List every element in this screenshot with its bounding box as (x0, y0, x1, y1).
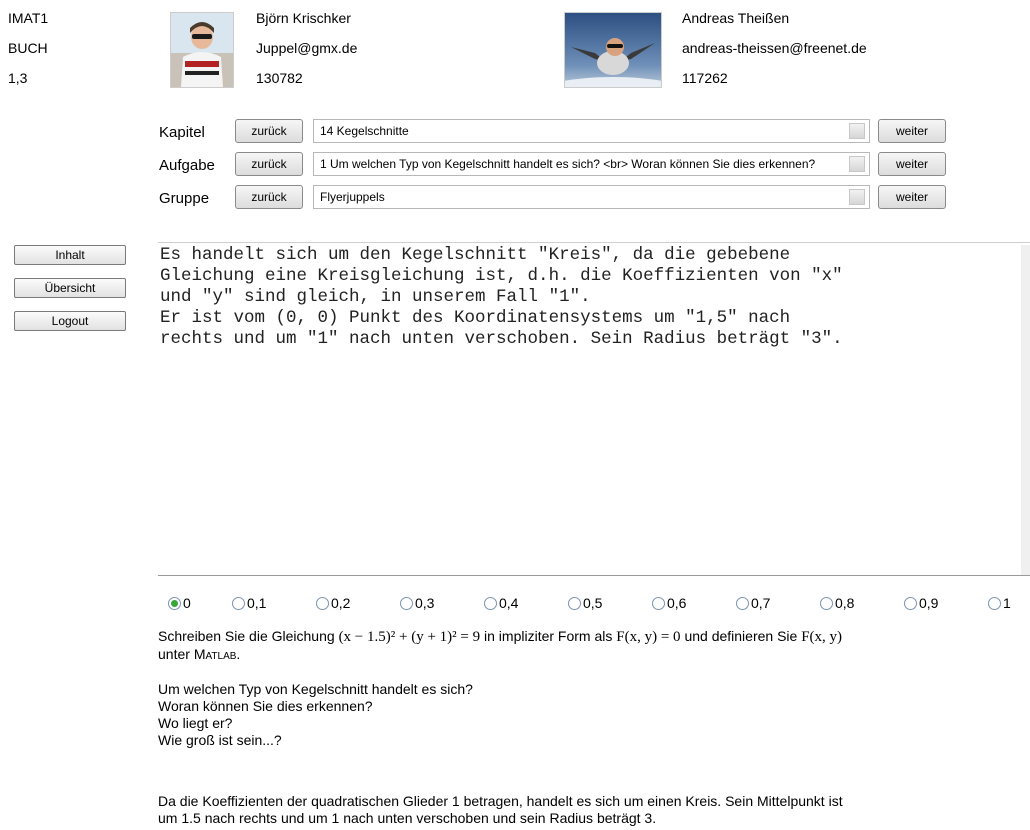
answer-scrollbar[interactable] (1021, 245, 1030, 575)
group-select-value: Flyerjuppels (320, 190, 385, 204)
grade-label-0-1: 0,1 (247, 595, 267, 611)
task-description: Schreiben Sie die Gleichung (x − 1.5)² +… (158, 628, 1018, 663)
task-equation: (x − 1.5)² + (y + 1)² = 9 (338, 629, 481, 645)
grade-label-0-8: 0,8 (835, 595, 855, 611)
grade-option-1[interactable]: 1 (988, 592, 1011, 614)
chapter-select[interactable]: 14 Kegelschnitte (313, 119, 870, 143)
chapter-select-value: 14 Kegelschnitte (320, 124, 409, 138)
student-2-email: andreas-theissen@freenet.de (682, 40, 867, 56)
grade-radio-0-8[interactable] (820, 596, 833, 610)
grade-option-0-7[interactable]: 0,7 (736, 592, 770, 614)
task-function-name: F(x, y) (801, 629, 843, 645)
grade-label-0-3: 0,3 (415, 595, 435, 611)
course-code: IMAT1 (8, 10, 49, 26)
grade-label-0-6: 0,6 (667, 595, 687, 611)
overview-button[interactable]: Übersicht (14, 278, 126, 298)
student-1-email: Juppel@gmx.de (256, 40, 358, 56)
matlab-name: Matlab (193, 646, 237, 662)
logout-button[interactable]: Logout (14, 311, 126, 331)
grade-radio-0-9[interactable] (904, 596, 917, 610)
task-dropdown-icon[interactable] (849, 156, 865, 172)
student-1-name: Björn Krischker (256, 10, 351, 26)
grade-option-0-3[interactable]: 0,3 (400, 592, 434, 614)
student-2-avatar (564, 12, 662, 88)
question-item: Wie groß ist sein...? (158, 732, 282, 748)
chapter-dropdown-icon[interactable] (849, 123, 865, 139)
task-implicit-form: F(x, y) = 0 (616, 629, 681, 645)
question-item: Woran können Sie dies erkennen? (158, 698, 373, 714)
task-intro-after: und definieren Sie (684, 628, 798, 644)
grade-option-0-5[interactable]: 0,5 (568, 592, 602, 614)
task-select-value: 1 Um welchen Typ von Kegelschnitt handel… (320, 157, 816, 171)
group-dropdown-icon[interactable] (849, 189, 865, 205)
grade-option-0-6[interactable]: 0,6 (652, 592, 686, 614)
grade-radio-1[interactable] (988, 596, 1001, 610)
question-item: Um welchen Typ von Kegelschnitt handelt … (158, 681, 473, 697)
version-number: 1,3 (8, 70, 28, 86)
task-questions: Um welchen Typ von Kegelschnitt handelt … (158, 681, 473, 749)
grade-label-0-2: 0,2 (331, 595, 351, 611)
task-select[interactable]: 1 Um welchen Typ von Kegelschnitt handel… (313, 152, 870, 176)
chapter-back-button[interactable]: zurück (235, 119, 303, 143)
grade-radio-0-2[interactable] (316, 596, 329, 610)
student-1-avatar (170, 12, 234, 88)
grade-radio-0-3[interactable] (400, 596, 413, 610)
solution-line-1: Da die Koeffizienten der quadratischen G… (158, 793, 843, 809)
content-button[interactable]: Inhalt (14, 245, 126, 265)
grade-radio-0-6[interactable] (652, 596, 665, 610)
task-intro-middle: in impliziter Form als (484, 628, 613, 644)
grade-radio-0-4[interactable] (484, 596, 497, 610)
grade-label-0-5: 0,5 (583, 595, 603, 611)
grade-radio-0-7[interactable] (736, 596, 749, 610)
grade-label-0-9: 0,9 (919, 595, 939, 611)
task-intro-end: unter (158, 646, 190, 662)
student-1-id: 130782 (256, 70, 303, 86)
grade-option-0-8[interactable]: 0,8 (820, 592, 854, 614)
grade-option-0-4[interactable]: 0,4 (484, 592, 518, 614)
chapter-next-button[interactable]: weiter (878, 119, 946, 143)
grade-option-0-9[interactable]: 0,9 (904, 592, 938, 614)
group-select[interactable]: Flyerjuppels (313, 185, 870, 209)
chapter-label: Kapitel (159, 124, 205, 141)
solution-line-2: um 1.5 nach rechts und um 1 nach unten v… (158, 810, 657, 826)
grade-label-0-4: 0,4 (499, 595, 519, 611)
task-solution: Da die Koeffizienten der quadratischen G… (158, 793, 1028, 827)
group-label: Gruppe (159, 190, 210, 207)
grade-option-0-2[interactable]: 0,2 (316, 592, 350, 614)
student-2-id: 117262 (682, 70, 728, 86)
grade-radio-0-5[interactable] (568, 596, 581, 610)
grade-label-0-7: 0,7 (751, 595, 771, 611)
group-next-button[interactable]: weiter (878, 185, 946, 209)
task-intro-text: Schreiben Sie die Gleichung (158, 628, 335, 644)
answer-text[interactable]: Es handelt sich um den Kegelschnitt "Kre… (158, 243, 1030, 350)
question-item: Wo liegt er? (158, 715, 233, 731)
grade-label-0: 0 (183, 595, 191, 611)
grade-option-0[interactable]: 0 (168, 592, 191, 614)
grade-option-0-1[interactable]: 0,1 (232, 592, 266, 614)
group-back-button[interactable]: zurück (235, 185, 303, 209)
task-back-button[interactable]: zurück (235, 152, 303, 176)
book-code: BUCH (8, 40, 48, 56)
grade-radio-0-1[interactable] (232, 596, 245, 610)
task-period: . (236, 646, 241, 662)
student-2-name: Andreas Theißen (682, 10, 790, 26)
answer-textarea[interactable]: Es handelt sich um den Kegelschnitt "Kre… (158, 242, 1030, 576)
grade-radio-0[interactable] (168, 596, 181, 610)
task-label: Aufgabe (159, 157, 215, 174)
task-next-button[interactable]: weiter (878, 152, 946, 176)
grade-label-1: 1 (1003, 595, 1011, 611)
